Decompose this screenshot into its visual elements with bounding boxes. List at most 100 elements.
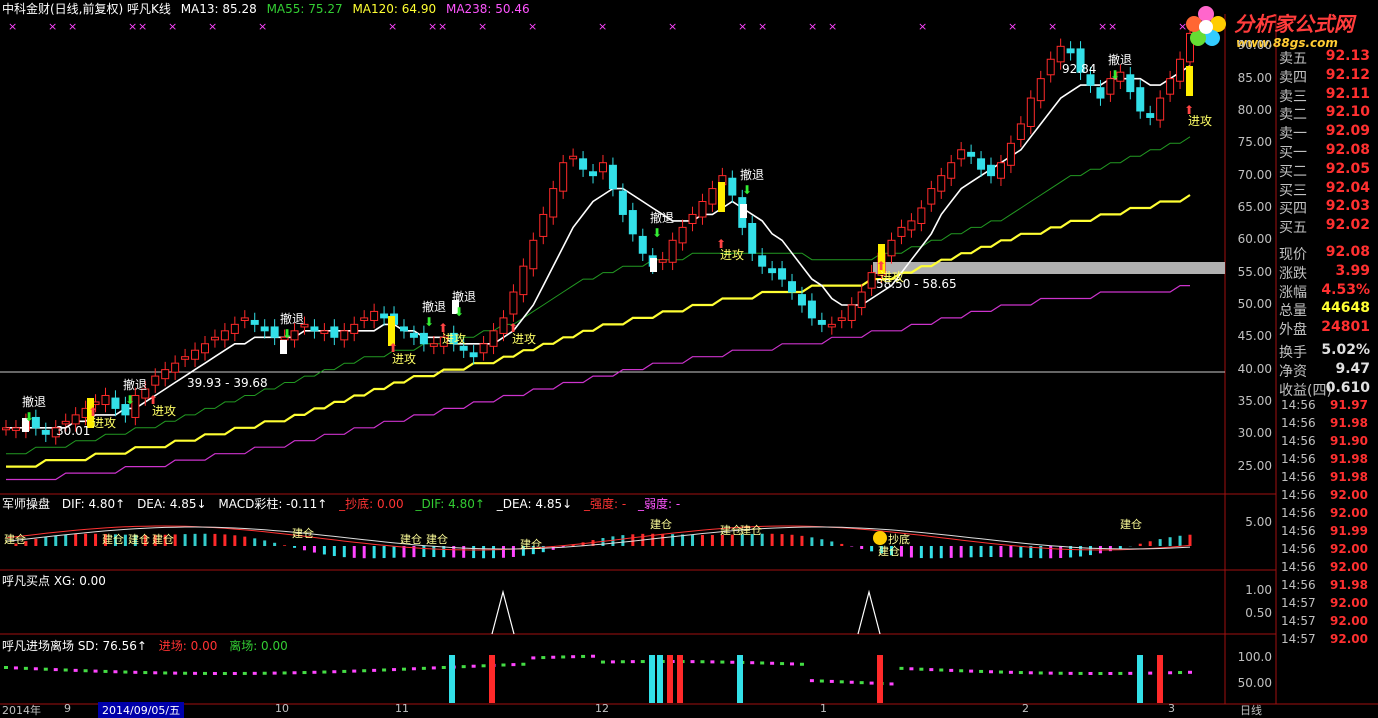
candle-body	[1156, 97, 1165, 121]
candle-body	[1026, 97, 1035, 128]
price-axis-label: 55.00	[1237, 264, 1272, 279]
buy-panel-title: 呼凡买点 XG: 0.00	[2, 572, 114, 589]
retreat-label: 撤退	[452, 290, 477, 304]
ma13-readout: MA13: 85.28	[180, 2, 257, 16]
down-arrow-icon: ⬇	[652, 226, 662, 240]
tick-row: 14:56 91.98	[1277, 416, 1378, 434]
x-mark: ×	[68, 20, 77, 33]
macd-bar: MACD彩柱: -0.11↑	[218, 497, 328, 511]
tick-time: 14:56	[1281, 470, 1316, 484]
tick-time: 14:56	[1281, 434, 1316, 448]
chart-header: 中科金财(日线,前复权) 呼凡K线 MA13: 85.28 MA55: 75.2…	[2, 0, 536, 16]
candle-body	[996, 162, 1005, 179]
x-mark: ×	[828, 20, 837, 33]
attack-label: 进攻	[392, 352, 417, 366]
tick-price: 91.98	[1330, 470, 1368, 484]
site-logo: 分析家公式网 www.88gs.com	[1184, 4, 1374, 54]
entry-in: 进场: 0.00	[158, 639, 218, 653]
candle-body	[628, 210, 637, 235]
price-axis-label: 40.00	[1237, 361, 1272, 376]
x-mark: ×	[258, 20, 267, 33]
sd-dot	[760, 661, 765, 665]
tick-price: 91.97	[1330, 398, 1368, 412]
yellow-candle	[718, 182, 725, 212]
quote-key: 买二	[1279, 163, 1307, 180]
entry-axis-100: 100.0	[1237, 650, 1272, 664]
build-position-label: 建仓	[1120, 517, 1142, 531]
candle-body	[698, 201, 707, 218]
white-candle	[650, 258, 657, 272]
build-position-label: 建仓	[292, 526, 314, 540]
x-mark: ×	[1098, 20, 1107, 33]
candle-body	[897, 226, 906, 237]
down-arrow-icon: ⬇	[424, 315, 434, 329]
quote-row: 涨幅 4.53%	[1277, 282, 1378, 301]
build-position-label: 建仓	[520, 537, 542, 551]
date-axis[interactable]: 2014年 9 2014/09/05/五 10 11 12 1 2 3 日线	[0, 702, 1378, 718]
macd-dea2: _DEA: 4.85↓	[496, 497, 573, 511]
candle-body	[200, 343, 209, 354]
sd-dot	[401, 667, 406, 671]
candle-body	[419, 332, 428, 345]
candle-body	[250, 319, 259, 325]
candle-body	[320, 330, 329, 334]
tick-price: 92.00	[1330, 506, 1368, 520]
candle-body	[111, 397, 120, 409]
entry-sd: 呼凡进场离场 SD: 76.56↑	[2, 639, 147, 653]
tick-time: 14:56	[1281, 452, 1316, 466]
quote-row: 换手 5.02%	[1277, 342, 1378, 361]
macd-axis-5: 5.00	[1245, 515, 1272, 529]
sd-dot	[83, 669, 88, 673]
candle-body	[917, 207, 926, 224]
candle-body	[330, 326, 339, 338]
sd-dot	[929, 668, 934, 672]
sd-dot	[382, 668, 387, 672]
candle-body	[967, 151, 976, 157]
tick-row: 14:57 92.00	[1277, 596, 1378, 614]
down-arrow-icon: ⬇	[1110, 68, 1120, 82]
candle-body	[688, 213, 697, 224]
quote-row: 买四 92.03	[1277, 198, 1378, 217]
quote-key: 换手	[1279, 345, 1307, 361]
candle-body	[260, 326, 269, 332]
sd-dot	[372, 668, 377, 672]
quote-row: 买五 92.02	[1277, 217, 1378, 236]
ma238-readout: MA238: 50.46	[445, 2, 530, 16]
candle-body	[608, 164, 617, 190]
candle-body	[937, 175, 946, 192]
candle-body	[817, 319, 826, 325]
tick-time: 14:56	[1281, 542, 1316, 556]
build-position-label: 建仓	[400, 532, 422, 546]
x-mark: ×	[528, 20, 537, 33]
quote-key: 卖二	[1279, 107, 1307, 124]
candle-body	[529, 239, 538, 270]
tick-row: 14:56 91.98	[1277, 578, 1378, 596]
sd-dot	[133, 670, 138, 674]
sd-dot	[431, 666, 436, 670]
attack-label: 进攻	[92, 416, 117, 430]
quote-value: 92.11	[1325, 85, 1370, 102]
date-mode[interactable]: 日线	[1240, 702, 1262, 718]
candle-body	[847, 304, 856, 321]
stock-chart-canvas[interactable]: × × × × × × × × × × × × × × × × × × × × × × × × × ⬇⬇⬇⬇⬇⬇⬇⬇⬆⬆⬆⬆ ⬆⬆…	[0, 0, 1378, 714]
price-axis-label: 30.00	[1237, 426, 1272, 441]
x-mark: ×	[758, 20, 767, 33]
candle-body	[708, 188, 717, 205]
quote-key: 卖五	[1279, 51, 1307, 67]
sd-dot	[869, 681, 874, 685]
candle-body	[1036, 78, 1045, 102]
sd-dot	[959, 669, 964, 673]
price-axis-label: 85.00	[1237, 70, 1272, 85]
candle-body	[867, 272, 876, 289]
candle-body	[171, 362, 180, 373]
quote-row: 卖四 92.12	[1277, 67, 1378, 86]
sd-dot	[441, 665, 446, 669]
date-m11: 11	[395, 702, 409, 715]
candle-body	[668, 239, 677, 263]
candle-body	[210, 336, 219, 341]
candle-body	[758, 255, 767, 267]
x-mark: ×	[168, 20, 177, 33]
candle-body	[678, 226, 687, 244]
sd-dot	[909, 667, 914, 671]
sd-dot	[232, 671, 237, 675]
